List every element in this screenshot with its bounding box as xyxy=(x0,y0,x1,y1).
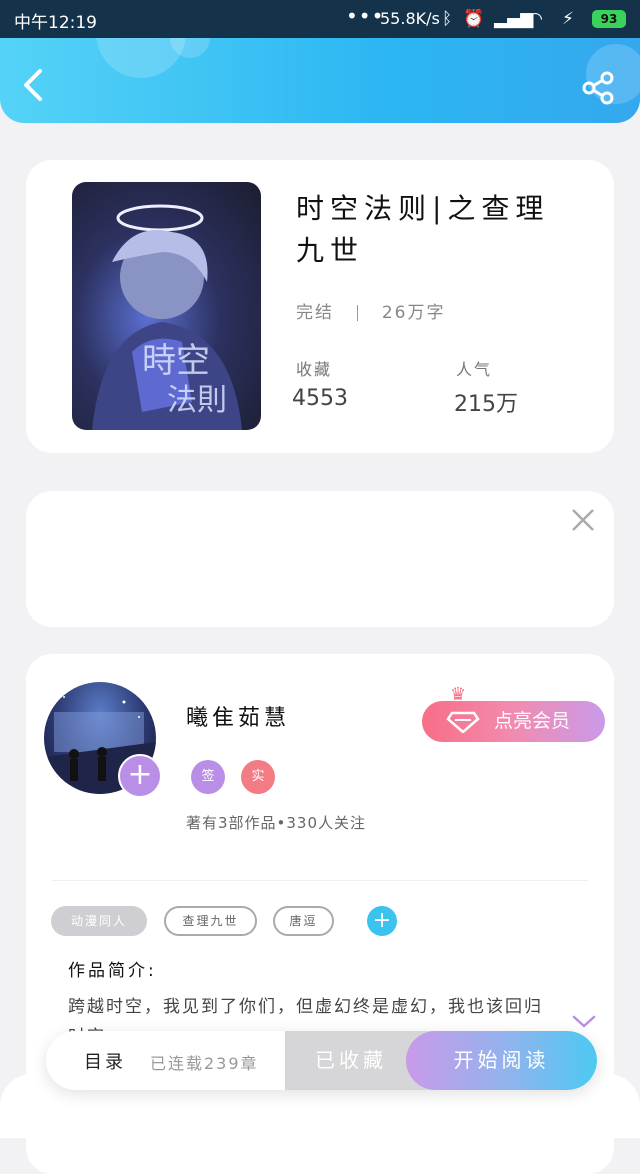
vip-button-label: 点亮会员 xyxy=(494,710,571,732)
status-bar: 中午12:19 ••• 55.8K/s ᛒ ⏰ ▂▄▆ ◠ ⚡ 93 xyxy=(0,0,640,38)
tag-anime[interactable]: 动漫同人 xyxy=(51,906,147,936)
serial-info: 已连载239章 xyxy=(150,1054,259,1073)
book-meta: 完结 26万字 xyxy=(296,298,445,323)
bluetooth-icon: ᛒ xyxy=(442,9,453,29)
svg-text:時空: 時空 xyxy=(142,341,210,381)
cover-art: 時空 法則 xyxy=(92,204,242,430)
close-icon[interactable] xyxy=(570,507,596,533)
book-status: 完结 xyxy=(296,303,334,323)
book-title: 时空法则|之查理九世 xyxy=(296,192,550,267)
author-stats: 著有3部作品•330人关注 xyxy=(186,814,367,832)
start-reading-button[interactable]: 开始阅读 xyxy=(406,1031,597,1090)
battery-icon: 93 xyxy=(592,10,626,28)
book-word-count: 26万字 xyxy=(381,303,446,323)
diamond-icon xyxy=(446,711,480,733)
more-dots-icon: ••• xyxy=(346,4,385,28)
author-name: 曦隹茹慧 xyxy=(186,706,291,731)
header-bar xyxy=(0,38,640,123)
follow-plus-button[interactable]: + xyxy=(118,754,162,798)
favorites-value: 4553 xyxy=(292,386,348,411)
toc-button[interactable]: 目录 xyxy=(84,1048,126,1074)
favorites-label: 收藏 xyxy=(296,360,333,379)
chevron-left-icon[interactable] xyxy=(18,68,48,102)
popularity-value: 215万 xyxy=(454,392,518,417)
signed-badge: 签 xyxy=(191,760,225,794)
book-info-card: 時空 法則 时空法则|之查理九世 完结 26万字 收藏 4553 人气 215万 xyxy=(26,160,614,453)
tag-charlie[interactable]: 查理九世 xyxy=(164,906,257,936)
charging-icon: ⚡ xyxy=(562,9,574,29)
add-tag-button[interactable]: + xyxy=(367,906,397,936)
verified-badge: 实 xyxy=(241,760,275,794)
popularity-label: 人气 xyxy=(456,360,493,379)
meta-divider xyxy=(357,305,359,321)
wifi-icon: ◠ xyxy=(528,9,543,29)
ad-banner-card xyxy=(26,491,614,627)
chevron-down-icon[interactable] xyxy=(572,1014,596,1030)
book-cover-image[interactable]: 時空 法則 xyxy=(72,182,261,430)
vip-button[interactable]: 点亮会员 xyxy=(422,701,605,742)
share-icon[interactable] xyxy=(580,70,616,106)
section-divider xyxy=(52,880,588,881)
status-time: 中午12:19 xyxy=(14,13,97,33)
tag-tangdou[interactable]: 唐逗 xyxy=(273,906,334,936)
bottom-action-bar: 目录 已连载239章 已收藏 开始阅读 xyxy=(46,1031,597,1090)
alarm-icon: ⏰ xyxy=(463,9,485,29)
intro-title: 作品简介: xyxy=(68,961,157,981)
svg-text:法則: 法則 xyxy=(167,383,227,418)
network-speed: 55.8K/s xyxy=(380,9,440,28)
